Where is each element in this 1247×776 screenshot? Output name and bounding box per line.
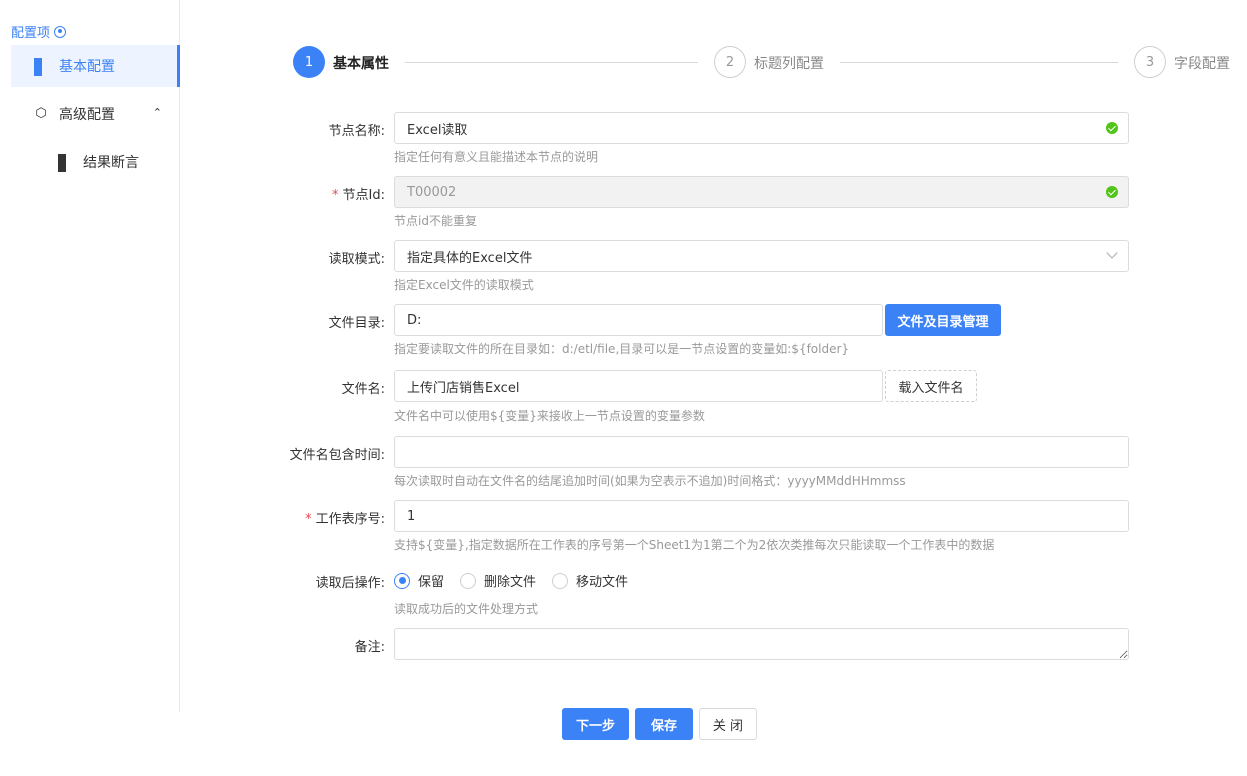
sidebar-title-text: 配置项 (11, 26, 51, 41)
file-time-input[interactable] (394, 436, 1129, 468)
next-step-button[interactable]: 下一步 (562, 708, 629, 740)
close-button[interactable]: 关 闭 (699, 708, 757, 740)
target-icon (54, 25, 67, 38)
file-dir-manage-button[interactable]: 文件及目录管理 (885, 304, 1001, 336)
cube-icon: ⬡ (35, 106, 47, 121)
required-mark: * (305, 512, 312, 527)
read-mode-select[interactable]: 指定具体的Excel文件 (394, 240, 1129, 272)
radio-move-file[interactable]: 移动文件 (552, 571, 628, 590)
save-button[interactable]: 保存 (635, 708, 693, 740)
check-circle-icon (1106, 186, 1118, 198)
radio-checked-icon[interactable] (394, 572, 410, 589)
step-2-circle: 2 (714, 46, 746, 78)
check-circle-icon (1106, 122, 1118, 134)
file-dir-hint: 指定要读取文件的所在目录如：d:/etl/file,目录可以是一节点设置的变量如… (394, 342, 850, 356)
sidebar-item-label: 基本配置 (59, 59, 115, 75)
sidebar-item-label: 高级配置 (59, 107, 115, 123)
step-1-circle: 1 (293, 46, 325, 78)
step-3-circle: 3 (1134, 46, 1166, 78)
radio-keep[interactable]: 保留 (394, 571, 444, 590)
grid-icon (34, 58, 48, 76)
radio-delete-file[interactable]: 删除文件 (460, 571, 536, 590)
node-id-label: * 节点Id: (332, 184, 385, 203)
required-mark: * (332, 188, 339, 203)
after-read-hint: 读取成功后的文件处理方式 (394, 602, 539, 616)
sidebar: 配置项 基本配置 ⬡ 高级配置 ⌃ 结果断言 (0, 0, 180, 712)
node-id-value: T00002 (407, 184, 457, 200)
step-divider (840, 62, 1118, 63)
sheet-index-hint: 支持${变量},指定数据所在工作表的序号第一个Sheet1为1第二个为2依次类推… (394, 538, 995, 552)
node-name-label: 节点名称: (328, 124, 385, 139)
file-name-value: 上传门店销售Excel (407, 380, 520, 396)
sheet-index-value: 1 (407, 508, 416, 524)
file-name-hint: 文件名中可以使用${变量}来接收上一节点设置的变量参数 (394, 409, 705, 423)
step-3-label: 字段配置 (1174, 56, 1230, 72)
step-1-label: 基本属性 (333, 56, 389, 72)
read-mode-value: 指定具体的Excel文件 (407, 250, 533, 266)
node-id-label-text: 节点Id: (342, 188, 385, 203)
remark-label: 备注: (354, 640, 385, 655)
chevron-down-icon (1106, 247, 1118, 259)
read-mode-hint: 指定Excel文件的读取模式 (394, 278, 534, 292)
node-id-input[interactable]: T00002 (394, 176, 1129, 208)
chevron-up-icon: ⌃ (152, 106, 162, 119)
file-time-hint: 每次读取时自动在文件名的结尾追加时间(如果为空表示不追加)时间格式：yyyyMM… (394, 474, 906, 488)
sidebar-item-label: 结果断言 (83, 155, 139, 171)
step-divider (405, 62, 698, 63)
file-dir-value: D: (407, 312, 422, 328)
file-name-input[interactable]: 上传门店销售Excel (394, 370, 883, 402)
sheet-index-input[interactable]: 1 (394, 500, 1129, 532)
grid-icon (58, 154, 72, 172)
file-dir-input[interactable]: D: (394, 304, 883, 336)
step-2-label: 标题列配置 (754, 56, 824, 72)
file-name-label: 文件名: (341, 382, 385, 397)
read-mode-label: 读取模式: (328, 252, 385, 267)
radio-label: 保留 (418, 575, 445, 590)
node-name-input[interactable]: Excel读取 (394, 112, 1129, 144)
node-id-hint: 节点id不能重复 (394, 214, 477, 228)
after-read-label: 读取后操作: (315, 576, 385, 591)
sheet-index-label: * 工作表序号: (305, 508, 385, 527)
file-time-label: 文件名包含时间: (289, 448, 385, 463)
radio-unchecked-icon[interactable] (552, 572, 569, 589)
node-name-hint: 指定任何有意义且能描述本节点的说明 (394, 150, 599, 164)
steps-bar: 1 基本属性 2 标题列配置 3 字段配置 (293, 46, 1233, 78)
load-file-name-button[interactable]: 载入文件名 (885, 370, 977, 402)
radio-unchecked-icon[interactable] (460, 572, 477, 589)
node-name-value: Excel读取 (407, 122, 468, 138)
remark-textarea[interactable] (394, 628, 1129, 660)
sidebar-item-advanced-config[interactable]: ⬡ 高级配置 ⌃ (11, 93, 180, 135)
sidebar-title: 配置项 (11, 22, 67, 41)
sidebar-item-basic-config[interactable]: 基本配置 (11, 45, 180, 87)
radio-label: 移动文件 (576, 575, 629, 590)
radio-label: 删除文件 (484, 575, 537, 590)
after-read-radio-group: 保留 删除文件 移动文件 (394, 571, 644, 590)
sheet-index-label-text: 工作表序号: (315, 512, 385, 527)
file-dir-label: 文件目录: (328, 316, 385, 331)
sidebar-item-result-assertion[interactable]: 结果断言 (35, 141, 180, 183)
